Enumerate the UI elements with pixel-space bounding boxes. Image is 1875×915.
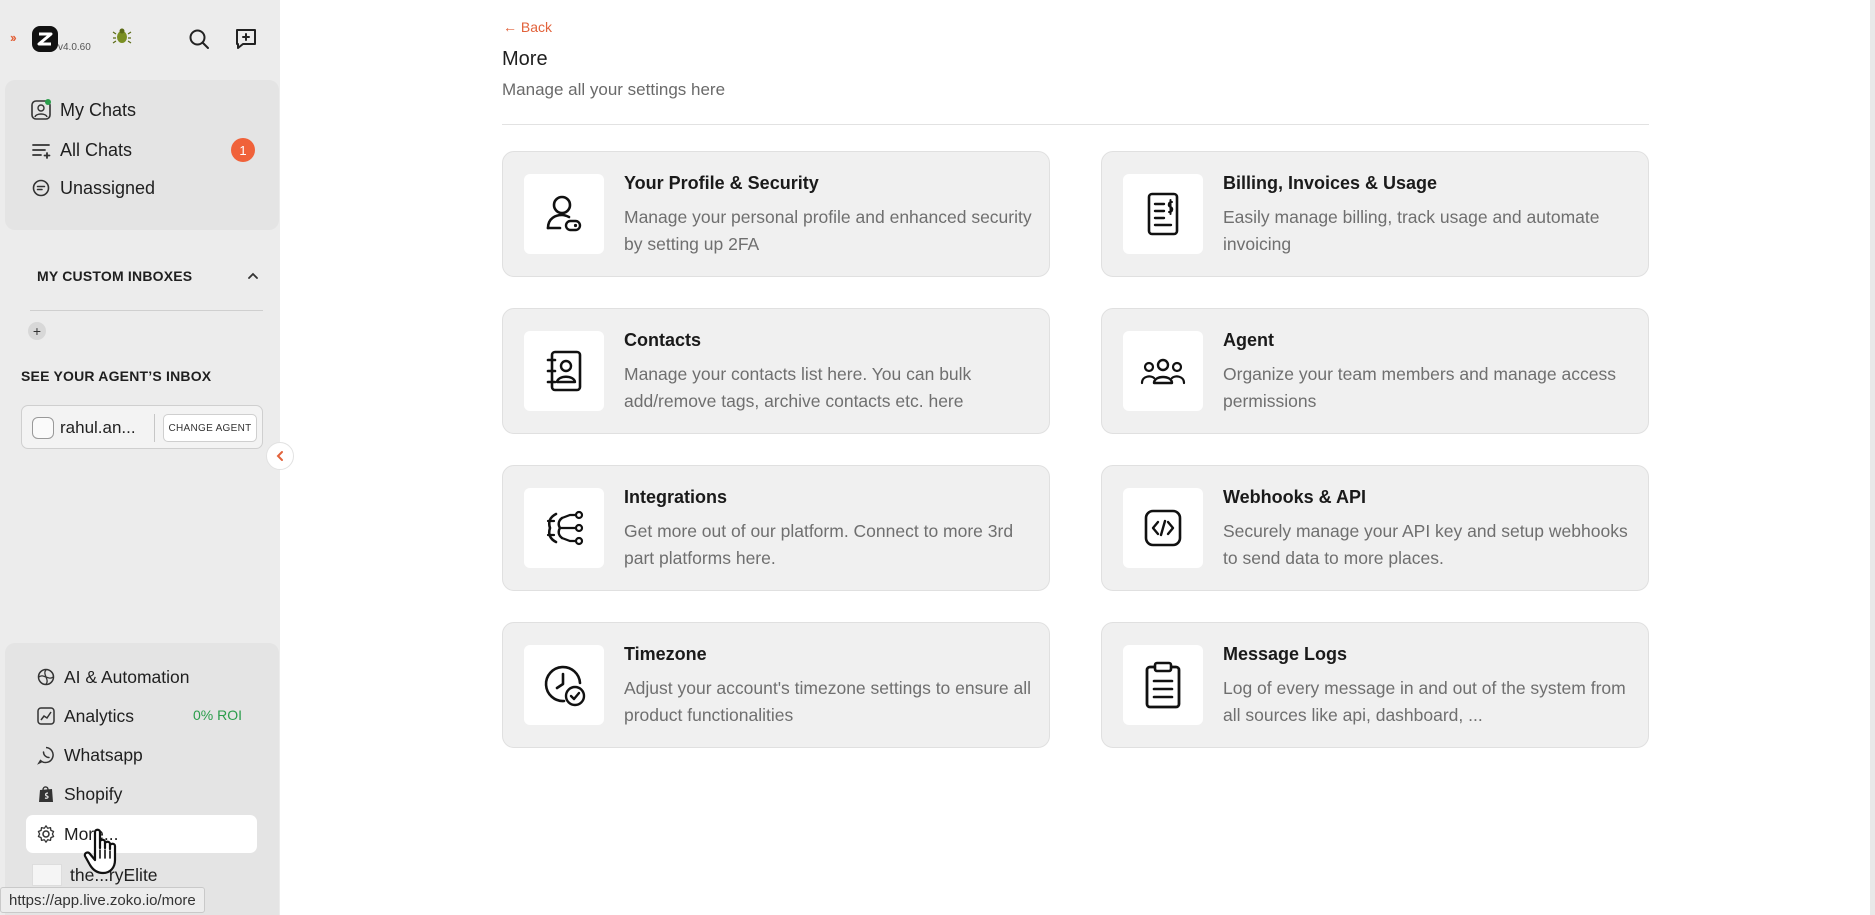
settings-card-agent[interactable]: Agent Organize your team members and man… (1101, 308, 1649, 434)
card-title: Integrations (624, 487, 728, 507)
change-agent-button[interactable]: CHANGE AGENT (163, 414, 257, 442)
settings-card-message-logs[interactable]: Message Logs Log of every message in and… (1101, 622, 1649, 748)
logo-row: ›› v4.0.60 (8, 20, 278, 60)
shopify-bag-icon (36, 784, 56, 804)
card-description: Easily manage billing, track usage and a… (1223, 207, 1600, 254)
whatsapp-icon (36, 745, 56, 765)
card-description: Manage your contacts list here. You can … (624, 364, 972, 411)
settings-card-billing[interactable]: Billing, Invoices & Usage Easily manage … (1101, 151, 1649, 277)
nav-label: Unassigned (60, 177, 156, 198)
back-link[interactable]: ← Back (503, 19, 552, 35)
clock-check-icon (524, 645, 604, 725)
nav-label: Whatsapp (64, 744, 143, 765)
profile-security-icon (524, 174, 604, 254)
billing-invoice-icon (1123, 174, 1203, 254)
custom-inboxes-heading: MY CUSTOM INBOXES (37, 268, 193, 284)
status-url-tooltip: https://app.live.zoko.io/more (0, 887, 205, 913)
hand-pointer-cursor-icon (83, 828, 117, 875)
settings-card-profile-security[interactable]: Your Profile & Security Manage your pers… (502, 151, 1050, 277)
page-subtitle: Manage all your settings here (502, 80, 726, 99)
card-title: Billing, Invoices & Usage (1223, 173, 1438, 193)
nav-label: AI & Automation (64, 666, 190, 687)
nav-label: Analytics (64, 705, 135, 726)
code-brackets-icon (1123, 488, 1203, 568)
agent-avatar (32, 417, 54, 439)
integrations-icon (524, 488, 604, 568)
card-title: Timezone (624, 644, 707, 664)
team-agents-icon (1123, 331, 1203, 411)
settings-card-integrations[interactable]: Integrations Get more out of our platfor… (502, 465, 1050, 591)
agent-inbox-heading: SEE YOUR AGENT’S INBOX (21, 368, 212, 384)
collapse-sidebar-button[interactable] (266, 442, 294, 470)
ai-knot-icon (36, 667, 56, 687)
nav-unassigned[interactable]: Unassigned (30, 173, 155, 203)
card-title: Your Profile & Security (624, 173, 819, 193)
card-title: Agent (1223, 330, 1274, 350)
nav-label: All Chats (60, 139, 133, 160)
unread-count-badge: 1 (231, 138, 255, 162)
clipboard-log-icon (1123, 645, 1203, 725)
chat-bubble-icon (30, 177, 52, 199)
page-title: More (502, 48, 548, 70)
nav-ai-automation[interactable]: AI & Automation (36, 662, 190, 692)
divider (502, 124, 1649, 125)
nav-shopify[interactable]: Shopify (36, 779, 122, 809)
nav-whatsapp[interactable]: Whatsapp (36, 740, 143, 770)
card-description: Adjust your account's timezone settings … (624, 678, 1032, 725)
app-root: ›› v4.0.60 My Chats All Chats 1 Unassign… (0, 0, 1875, 915)
settings-card-timezone[interactable]: Timezone Adjust your account's timezone … (502, 622, 1050, 748)
card-description: Organize your team members and manage ac… (1223, 364, 1616, 411)
contacts-book-icon (524, 331, 604, 411)
store-logo (32, 864, 62, 886)
my-chats-avatar-icon (30, 99, 52, 121)
add-inbox-button[interactable]: + (28, 322, 46, 340)
card-description: Get more out of our platform. Connect to… (624, 521, 1014, 568)
card-title: Contacts (624, 330, 702, 350)
card-description: Securely manage your API key and setup w… (1223, 521, 1628, 568)
agent-name: rahul.an... (60, 418, 136, 437)
window-edge (1870, 0, 1875, 915)
nav-all-chats[interactable]: All Chats (30, 135, 132, 165)
expand-arrows-icon[interactable]: ›› (10, 30, 17, 45)
nav-label: Shopify (64, 783, 123, 804)
zoko-logo (32, 26, 58, 52)
nav-analytics[interactable]: Analytics (36, 701, 134, 731)
card-title: Webhooks & API (1223, 487, 1367, 507)
nav-my-chats[interactable]: My Chats (30, 95, 136, 125)
search-icon[interactable] (182, 22, 216, 56)
app-version: v4.0.60 (58, 42, 91, 53)
gear-icon (36, 824, 56, 844)
divider (154, 414, 155, 442)
filter-list-icon (30, 139, 52, 161)
nav-label: My Chats (60, 99, 137, 120)
card-description: Manage your personal profile and enhance… (624, 207, 1032, 254)
bug-icon[interactable] (112, 26, 132, 51)
settings-card-webhooks-api[interactable]: Webhooks & API Securely manage your API … (1101, 465, 1649, 591)
chevron-up-icon[interactable] (247, 268, 259, 284)
card-description: Log of every message in and out of the s… (1223, 678, 1626, 725)
new-chat-icon[interactable] (229, 22, 263, 56)
chart-line-icon (36, 706, 56, 726)
agent-selector: rahul.an... CHANGE AGENT (21, 405, 263, 449)
sidebar: ›› v4.0.60 My Chats All Chats 1 Unassign… (0, 0, 280, 915)
settings-card-contacts[interactable]: Contacts Manage your contacts list here.… (502, 308, 1050, 434)
divider (30, 310, 263, 311)
roi-value: 0% ROI (193, 707, 243, 723)
card-title: Message Logs (1223, 644, 1348, 664)
